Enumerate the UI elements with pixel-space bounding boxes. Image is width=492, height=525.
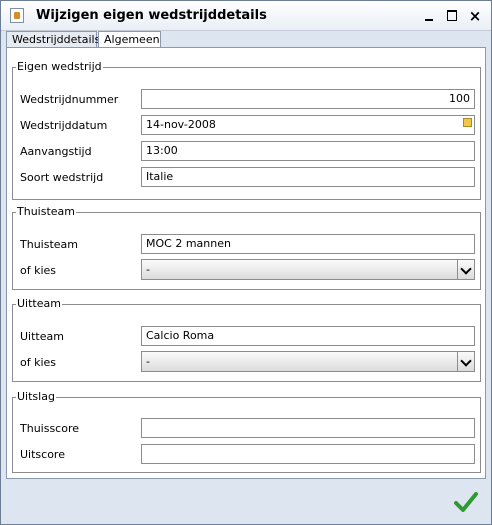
label-thuisteam: Thuisteam	[20, 238, 78, 251]
uitteam-select[interactable]: -	[141, 351, 475, 372]
checkmark-icon[interactable]	[454, 490, 478, 514]
group-eigen-wedstrijd: Eigen wedstrijd Wedstrijdnummer 100 Weds…	[12, 60, 481, 200]
tab-panel-algemeen: Eigen wedstrijd Wedstrijdnummer 100 Weds…	[6, 47, 486, 479]
label-of-kies: of kies	[20, 264, 57, 277]
label-uitscore: Uitscore	[20, 448, 65, 461]
group-legend: Thuisteam	[16, 205, 76, 218]
soort-wedstrijd-input[interactable]: Italie	[141, 167, 475, 187]
label-of-kies: of kies	[20, 356, 57, 369]
group-uitslag: Uitslag Thuisscore Uitscore	[12, 390, 481, 473]
minimize-button[interactable]	[421, 8, 437, 24]
label-wedstrijddatum: Wedstrijddatum	[20, 119, 108, 132]
dialog-window: Wijzigen eigen wedstrijddetails × Wedstr…	[0, 0, 492, 525]
close-button[interactable]: ×	[467, 8, 483, 24]
wedstrijdnummer-input[interactable]: 100	[141, 89, 475, 109]
chevron-down-icon[interactable]	[457, 260, 474, 279]
label-wedstrijdnummer: Wedstrijdnummer	[20, 93, 119, 106]
group-uitteam: Uitteam Uitteam Calcio Roma of kies -	[12, 297, 481, 382]
thuisteam-select[interactable]: -	[141, 259, 475, 280]
window-title: Wijzigen eigen wedstrijddetails	[36, 8, 267, 23]
label-soort-wedstrijd: Soort wedstrijd	[20, 171, 104, 184]
aanvangstijd-input[interactable]: 13:00	[141, 141, 475, 161]
wedstrijddatum-input[interactable]: 14-nov-2008	[141, 115, 475, 135]
tab-algemeen[interactable]: Algemeen	[98, 31, 161, 48]
uitteam-input[interactable]: Calcio Roma	[141, 326, 475, 346]
group-thuisteam: Thuisteam Thuisteam MOC 2 mannen of kies…	[12, 205, 481, 290]
thuisteam-input[interactable]: MOC 2 mannen	[141, 234, 475, 254]
group-legend: Uitslag	[16, 390, 56, 403]
chevron-down-icon[interactable]	[457, 352, 474, 371]
label-thuisscore: Thuisscore	[20, 422, 80, 435]
label-aanvangstijd: Aanvangstijd	[20, 145, 92, 158]
group-legend: Uitteam	[16, 297, 62, 310]
uitscore-input[interactable]	[141, 444, 475, 464]
thuisscore-input[interactable]	[141, 418, 475, 438]
wedstrijddatum-value: 14-nov-2008	[146, 118, 216, 131]
thuisteam-select-value: -	[146, 263, 150, 276]
tab-wedstrijddetails[interactable]: Wedstrijddetails	[6, 31, 100, 47]
title-bar[interactable]: Wijzigen eigen wedstrijddetails ×	[1, 1, 491, 31]
calendar-icon[interactable]	[463, 118, 472, 127]
maximize-button[interactable]	[444, 8, 460, 24]
uitteam-select-value: -	[146, 355, 150, 368]
label-uitteam: Uitteam	[20, 330, 64, 343]
java-cup-icon	[10, 8, 24, 23]
group-legend: Eigen wedstrijd	[16, 60, 103, 73]
